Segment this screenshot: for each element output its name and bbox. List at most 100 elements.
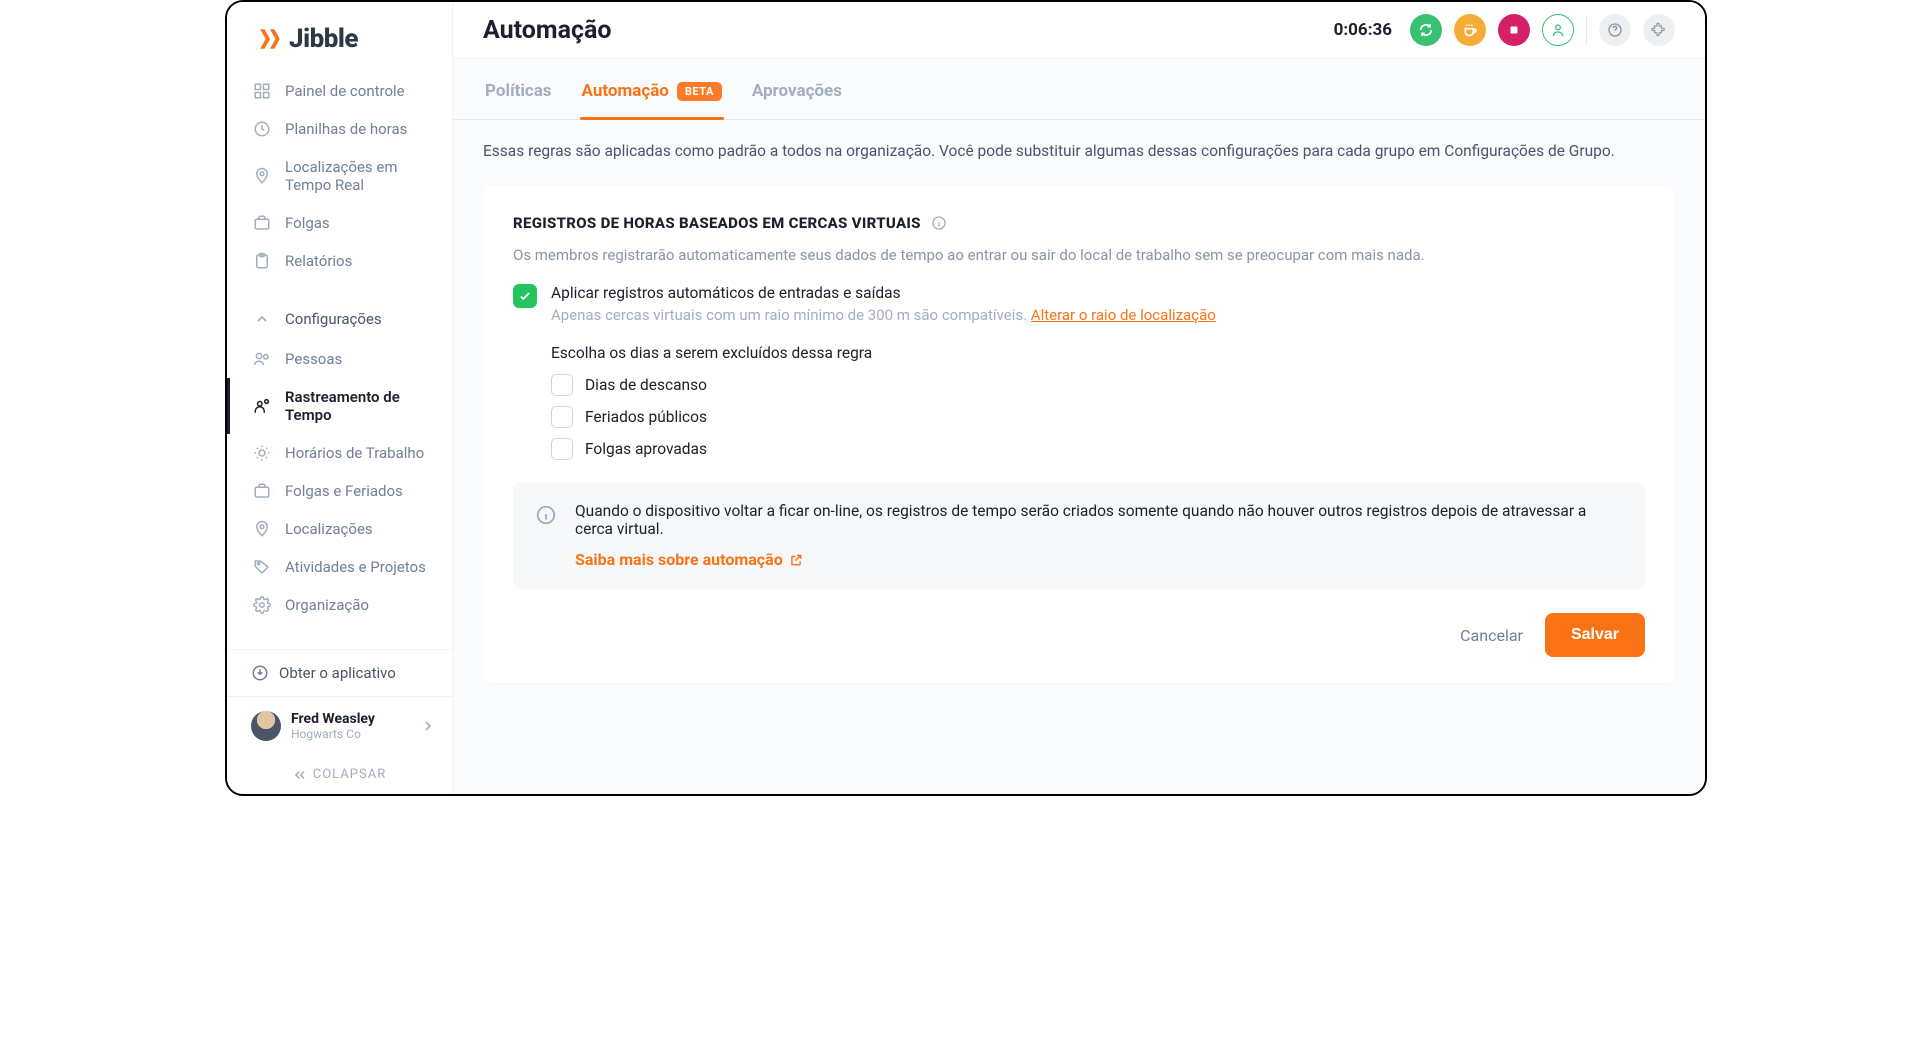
exclude-holidays-checkbox[interactable] [551, 406, 573, 428]
topbar-right: 0:06:36 [1334, 14, 1675, 46]
divider [1586, 16, 1587, 44]
dashboard-icon [251, 82, 273, 100]
user-org: Hogwarts Co [291, 727, 410, 741]
sidebar-item-org[interactable]: Organização [227, 586, 450, 624]
apply-auto-body: Aplicar registros automáticos de entrada… [551, 284, 1645, 324]
tracking-icon [251, 397, 273, 415]
external-link-icon [789, 553, 803, 567]
sidebar-item-reports[interactable]: Relatórios [227, 242, 450, 280]
tab-approvals[interactable]: Aprovações [750, 73, 844, 119]
beta-badge: BETA [677, 82, 722, 101]
sync-icon [1418, 22, 1434, 38]
geofence-section-card: REGISTROS DE HORAS BASEADOS EM CERCAS VI… [483, 186, 1675, 683]
user-menu[interactable]: Fred Weasley Hogwarts Co [227, 696, 452, 755]
page-title: Automação [483, 16, 611, 45]
integrations-button[interactable] [1643, 14, 1675, 46]
sidebar-item-label: Folgas e Feriados [285, 482, 403, 500]
sidebar-item-label: Organização [285, 596, 369, 614]
main: Automação 0:06:36 Políticas Automação BE… [453, 2, 1705, 794]
info-box: Quando o dispositivo voltar a ficar on-l… [513, 482, 1645, 589]
tab-label: Aprovações [752, 81, 842, 101]
info-icon[interactable] [931, 215, 947, 231]
sidebar-item-live-locations[interactable]: Localizações em Tempo Real [227, 148, 450, 204]
sidebar-item-activities[interactable]: Atividades e Projetos [227, 548, 450, 586]
tag-icon [251, 558, 273, 576]
sidebar-config-toggle[interactable]: Configurações [227, 298, 450, 340]
get-app-label: Obter o aplicativo [279, 664, 396, 682]
sidebar-item-label: Atividades e Projetos [285, 558, 426, 576]
help-button[interactable] [1599, 14, 1631, 46]
section-title-row: REGISTROS DE HORAS BASEADOS EM CERCAS VI… [513, 214, 1645, 232]
save-button[interactable]: Salvar [1545, 613, 1645, 657]
sidebar-item-time-off[interactable]: Folgas [227, 204, 450, 242]
clock-icon [251, 120, 273, 138]
nav: Painel de controle Planilhas de horas Lo… [227, 72, 452, 649]
sidebar-item-time-tracking[interactable]: Rastreamento de Tempo [227, 378, 450, 434]
timer: 0:06:36 [1334, 20, 1392, 40]
apply-auto-checkbox[interactable] [513, 284, 537, 308]
briefcase-icon [251, 214, 273, 232]
who-is-in-button[interactable] [1542, 14, 1574, 46]
check-icon [518, 289, 532, 303]
exclude-option-label: Folgas aprovadas [585, 440, 707, 458]
cancel-button[interactable]: Cancelar [1460, 626, 1523, 645]
tab-label: Automação [582, 81, 669, 101]
info-icon [535, 504, 559, 528]
exclude-option-label: Dias de descanso [585, 376, 707, 394]
sidebar-item-label: Pessoas [285, 350, 342, 368]
topbar: Automação 0:06:36 [453, 2, 1705, 59]
sidebar-item-label: Horários de Trabalho [285, 444, 424, 462]
help-icon [1607, 22, 1623, 38]
collapse-sidebar[interactable]: COLAPSAR [227, 755, 452, 794]
sidebar-item-label: Localizações em Tempo Real [285, 158, 436, 194]
gear-icon [251, 596, 273, 614]
sidebar-item-holidays[interactable]: Folgas e Feriados [227, 472, 450, 510]
person-icon [1550, 22, 1566, 38]
sidebar-item-locations[interactable]: Localizações [227, 510, 450, 548]
section-title: REGISTROS DE HORAS BASEADOS EM CERCAS VI… [513, 214, 921, 232]
sidebar-item-dashboard[interactable]: Painel de controle [227, 72, 450, 110]
apply-auto-row: Aplicar registros automáticos de entrada… [513, 284, 1645, 324]
break-button[interactable] [1454, 14, 1486, 46]
brand-name: Jibble [289, 24, 358, 54]
people-icon [251, 350, 273, 368]
exclude-option-label: Feriados públicos [585, 408, 707, 426]
stop-icon [1507, 23, 1521, 37]
exclude-block: Escolha os dias a serem excluídos dessa … [551, 344, 1645, 460]
sidebar-item-label: Painel de controle [285, 82, 405, 100]
download-icon [251, 664, 269, 682]
exclude-leave-checkbox[interactable] [551, 438, 573, 460]
info-body: Quando o dispositivo voltar a ficar on-l… [575, 502, 1623, 569]
exclude-rest-checkbox[interactable] [551, 374, 573, 396]
tab-automation[interactable]: Automação BETA [580, 73, 724, 119]
chevron-up-icon [251, 311, 273, 327]
chevron-left-double-icon [293, 768, 307, 782]
pin-icon [251, 167, 273, 185]
get-app-link[interactable]: Obter o aplicativo [227, 649, 452, 696]
sidebar-item-label: Rastreamento de Tempo [285, 388, 436, 424]
sidebar-item-label: Folgas [285, 214, 330, 232]
brand-logo: Jibble [227, 2, 452, 72]
sidebar-item-label: Relatórios [285, 252, 352, 270]
sidebar-item-timesheets[interactable]: Planilhas de horas [227, 110, 450, 148]
apply-auto-help-text: Apenas cercas virtuais com um raio mínim… [551, 306, 1031, 324]
sidebar: Jibble Painel de controle Planilhas de h… [227, 2, 453, 794]
sidebar-item-label: Localizações [285, 520, 373, 538]
apply-auto-help: Apenas cercas virtuais com um raio mínim… [551, 306, 1645, 324]
info-text: Quando o dispositivo voltar a ficar on-l… [575, 502, 1623, 538]
logo-icon [257, 26, 283, 52]
sidebar-item-people[interactable]: Pessoas [227, 340, 450, 378]
sidebar-item-work-schedules[interactable]: Horários de Trabalho [227, 434, 450, 472]
clock-out-button[interactable] [1498, 14, 1530, 46]
tabs: Políticas Automação BETA Aprovações [453, 59, 1705, 120]
user-name: Fred Weasley [291, 711, 410, 727]
clock-in-button[interactable] [1410, 14, 1442, 46]
change-radius-link[interactable]: Alterar o raio de localização [1031, 306, 1216, 324]
sidebar-item-label: Planilhas de horas [285, 120, 407, 138]
form-actions: Cancelar Salvar [513, 613, 1645, 657]
learn-more-label: Saiba mais sobre automação [575, 550, 783, 569]
exclude-option-rest-days: Dias de descanso [551, 374, 1645, 396]
learn-more-link[interactable]: Saiba mais sobre automação [575, 550, 803, 569]
schedule-icon [251, 444, 273, 462]
tab-policies[interactable]: Políticas [483, 73, 554, 119]
